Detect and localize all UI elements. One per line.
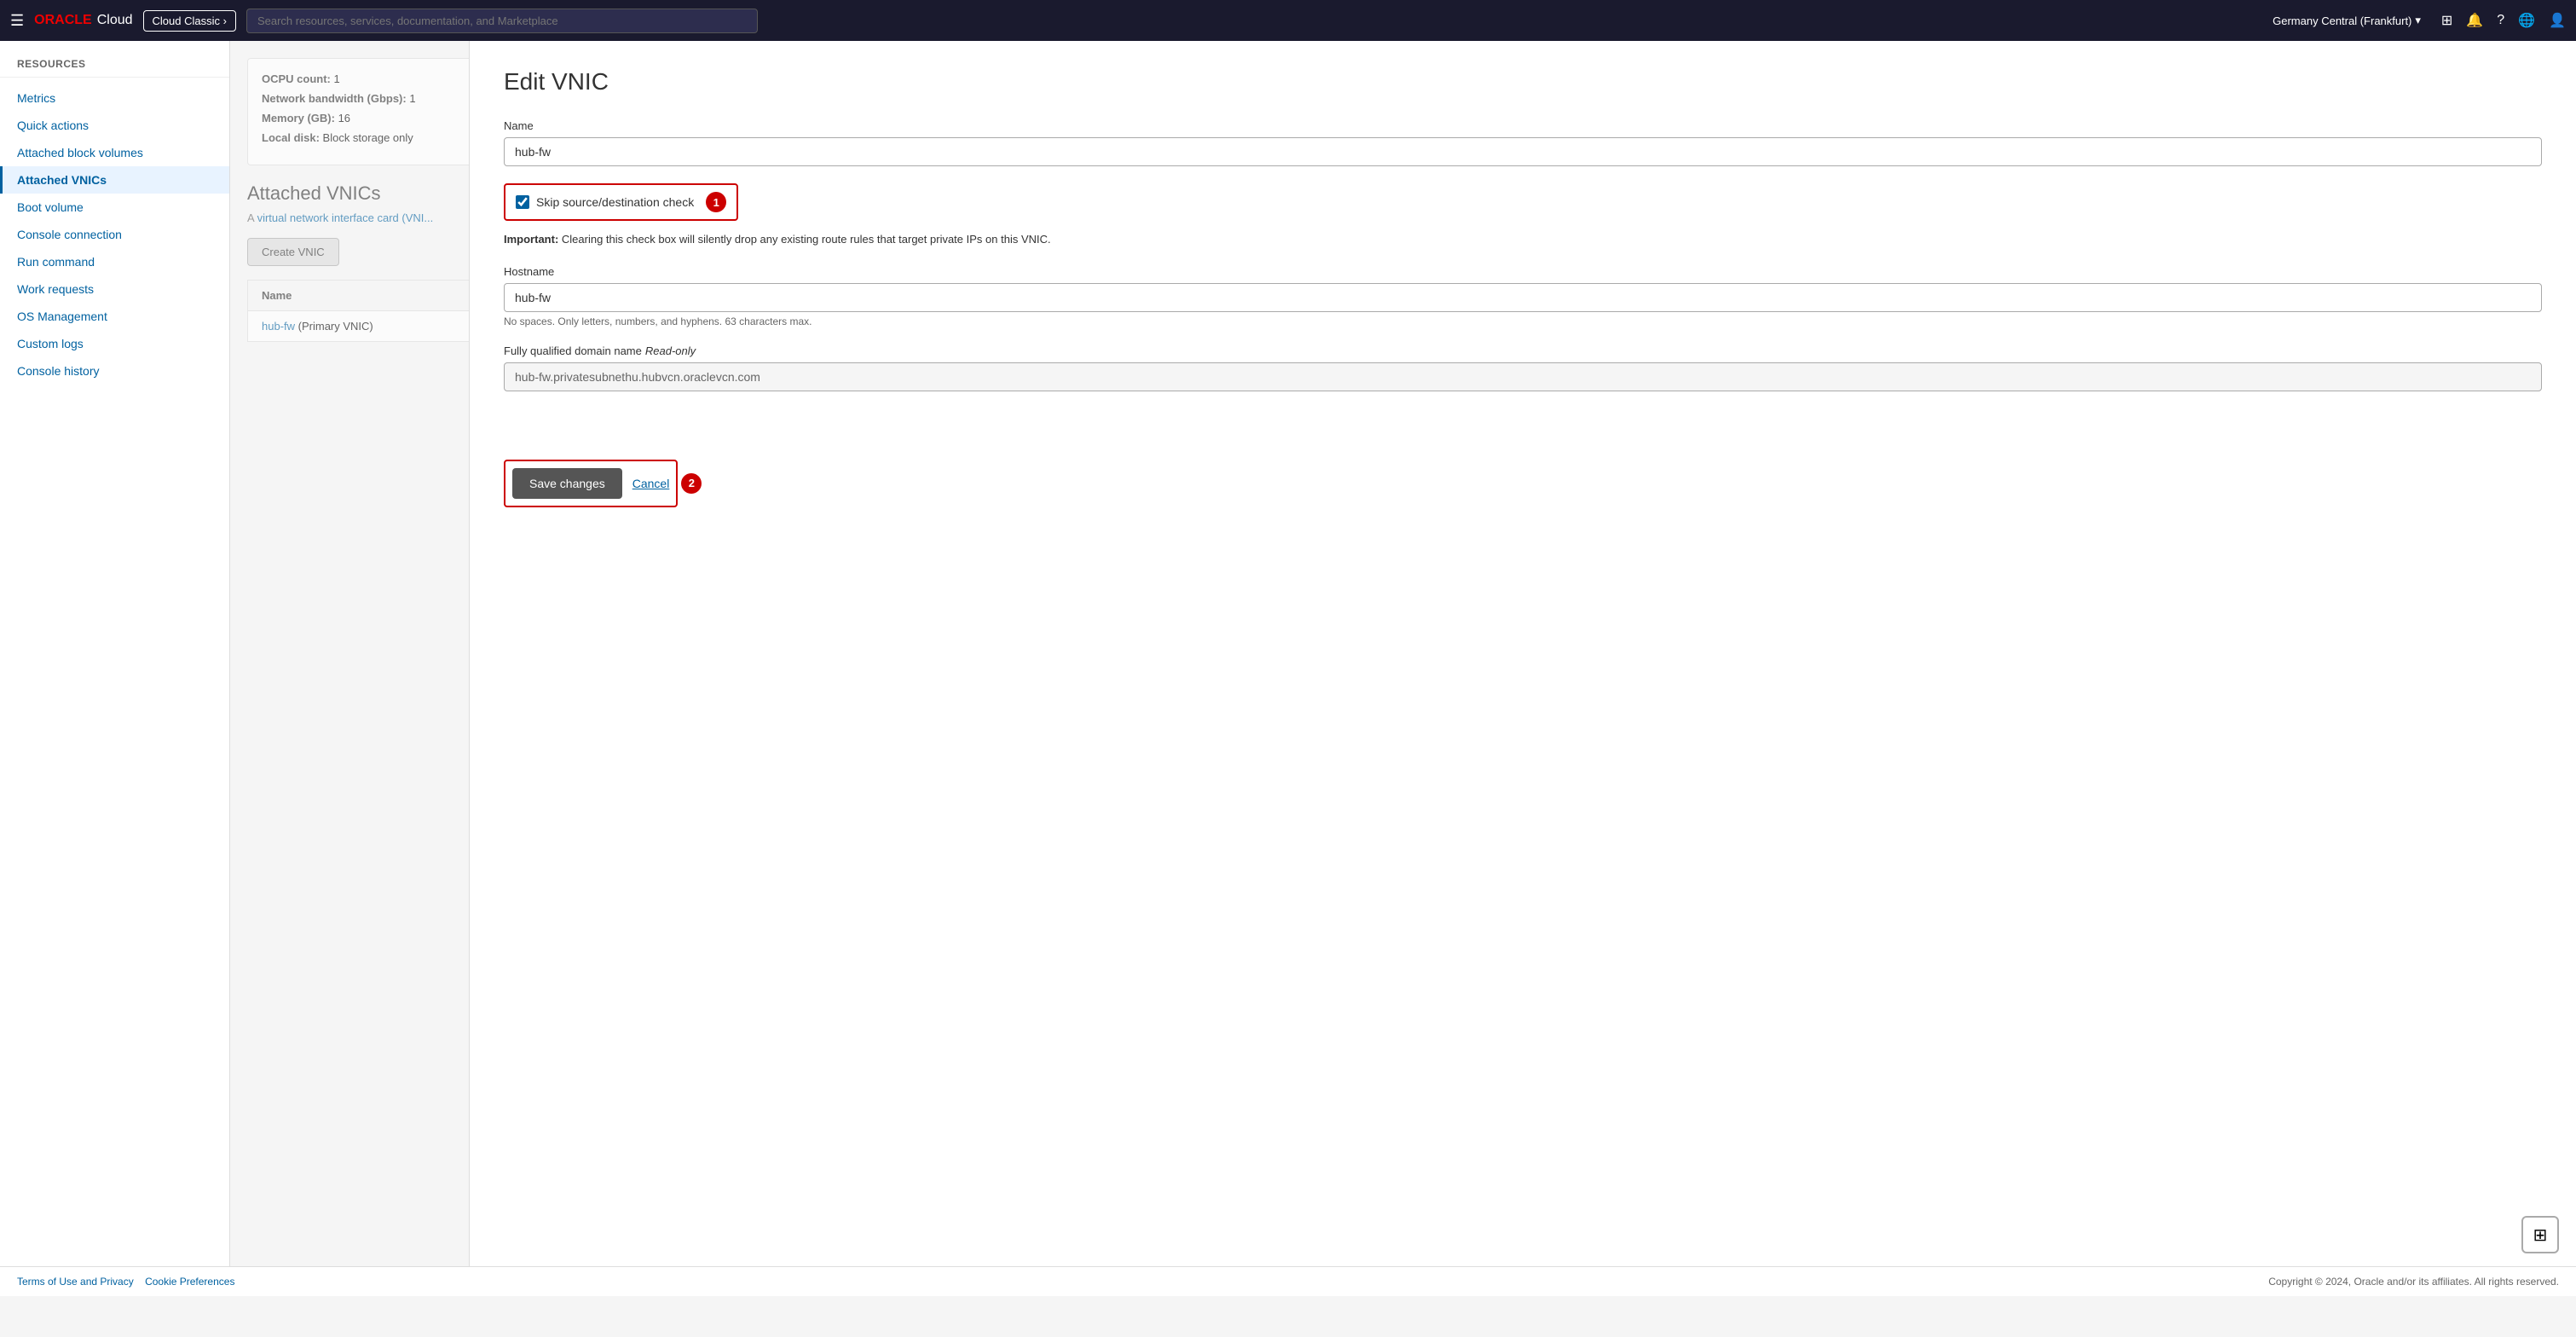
cancel-button[interactable]: Cancel xyxy=(632,477,670,490)
hostname-field-group: Hostname No spaces. Only letters, number… xyxy=(504,265,2542,327)
hub-fw-link[interactable]: hub-fw xyxy=(262,320,295,333)
hostname-input[interactable] xyxy=(504,283,2542,312)
oracle-text: ORACLE xyxy=(34,13,92,28)
hostname-label: Hostname xyxy=(504,265,2542,278)
sidebar-item-run-command[interactable]: Run command xyxy=(0,248,229,275)
chevron-down-icon: ▾ xyxy=(2415,14,2421,27)
badge-1: 1 xyxy=(706,192,726,212)
sidebar-item-metrics[interactable]: Metrics xyxy=(0,84,229,112)
oracle-logo: ORACLE Cloud xyxy=(34,13,132,28)
sidebar: Resources Metrics Quick actions Attached… xyxy=(0,41,230,1296)
checkbox-row: Skip source/destination check 1 xyxy=(504,183,738,221)
terms-link[interactable]: Terms of Use and Privacy xyxy=(17,1276,134,1288)
name-label: Name xyxy=(504,119,2542,132)
hostname-hint: No spaces. Only letters, numbers, and hy… xyxy=(504,315,2542,327)
cloud-classic-button[interactable]: Cloud Classic › xyxy=(143,10,236,32)
fqdn-label-row: Fully qualified domain name Read-only xyxy=(504,344,2542,357)
sidebar-item-console-history[interactable]: Console history xyxy=(0,357,229,385)
footer-right: Copyright © 2024, Oracle and/or its affi… xyxy=(2268,1276,2559,1288)
sidebar-item-os-management[interactable]: OS Management xyxy=(0,303,229,330)
fqdn-input xyxy=(504,362,2542,391)
name-input[interactable] xyxy=(504,137,2542,166)
sidebar-item-work-requests[interactable]: Work requests xyxy=(0,275,229,303)
important-label: Important: xyxy=(504,233,558,246)
sidebar-section-title: Resources xyxy=(0,58,229,78)
fqdn-label: Fully qualified domain name xyxy=(504,344,642,357)
modal-title: Edit VNIC xyxy=(504,68,2542,96)
region-selector[interactable]: Germany Central (Frankfurt) ▾ xyxy=(2273,14,2421,27)
action-area: Save changes Cancel 2 xyxy=(504,460,2542,507)
fqdn-field-group: Fully qualified domain name Read-only xyxy=(504,344,2542,391)
help-widget[interactable]: ⊞ xyxy=(2521,1216,2559,1253)
vnic-link[interactable]: virtual network interface card (VNI... xyxy=(257,211,434,224)
primary-vnic-label: (Primary VNIC) xyxy=(298,320,373,333)
main-layout: Resources Metrics Quick actions Attached… xyxy=(0,41,2576,1296)
search-input[interactable] xyxy=(246,9,758,33)
save-changes-button[interactable]: Save changes xyxy=(512,468,622,499)
language-icon[interactable]: 🌐 xyxy=(2518,12,2535,29)
important-notice: Important: Clearing this check box will … xyxy=(504,231,2542,248)
notifications-icon[interactable]: 🔔 xyxy=(2466,12,2483,29)
action-row: Save changes Cancel xyxy=(504,460,678,507)
skip-source-dest-checkbox[interactable] xyxy=(516,195,529,209)
sidebar-item-custom-logs[interactable]: Custom logs xyxy=(0,330,229,357)
badge-2: 2 xyxy=(681,473,702,494)
navbar-icons: ⊞ 🔔 ? 🌐 👤 xyxy=(2441,12,2566,29)
user-icon[interactable]: 👤 xyxy=(2549,12,2566,29)
edit-vnic-panel: Edit VNIC Name Skip source/destination c… xyxy=(469,41,2576,1296)
cloud-text: Cloud xyxy=(97,13,133,28)
hamburger-icon[interactable]: ☰ xyxy=(10,12,24,30)
checkbox-label: Skip source/destination check xyxy=(536,195,694,209)
footer-left: Terms of Use and Privacy Cookie Preferen… xyxy=(17,1276,234,1288)
sidebar-item-boot-volume[interactable]: Boot volume xyxy=(0,194,229,221)
create-vnic-button[interactable]: Create VNIC xyxy=(247,238,339,266)
navbar: ☰ ORACLE Cloud Cloud Classic › Germany C… xyxy=(0,0,2576,41)
footer: Terms of Use and Privacy Cookie Preferen… xyxy=(0,1266,2576,1296)
sidebar-item-console-connection[interactable]: Console connection xyxy=(0,221,229,248)
sidebar-item-quick-actions[interactable]: Quick actions xyxy=(0,112,229,139)
cookie-link[interactable]: Cookie Preferences xyxy=(145,1276,234,1288)
sidebar-item-attached-vnics[interactable]: Attached VNICs xyxy=(0,166,229,194)
help-icon[interactable]: ? xyxy=(2497,13,2504,28)
region-label: Germany Central (Frankfurt) xyxy=(2273,14,2411,27)
important-text-content: Clearing this check box will silently dr… xyxy=(562,233,1051,246)
fqdn-readonly-label: Read-only xyxy=(645,344,696,357)
sidebar-item-attached-block-volumes[interactable]: Attached block volumes xyxy=(0,139,229,166)
console-icon[interactable]: ⊞ xyxy=(2441,12,2452,29)
name-field-group: Name xyxy=(504,119,2542,166)
help-widget-icon: ⊞ xyxy=(2533,1224,2548,1246)
checkbox-container: Skip source/destination check 1 xyxy=(504,183,2542,221)
